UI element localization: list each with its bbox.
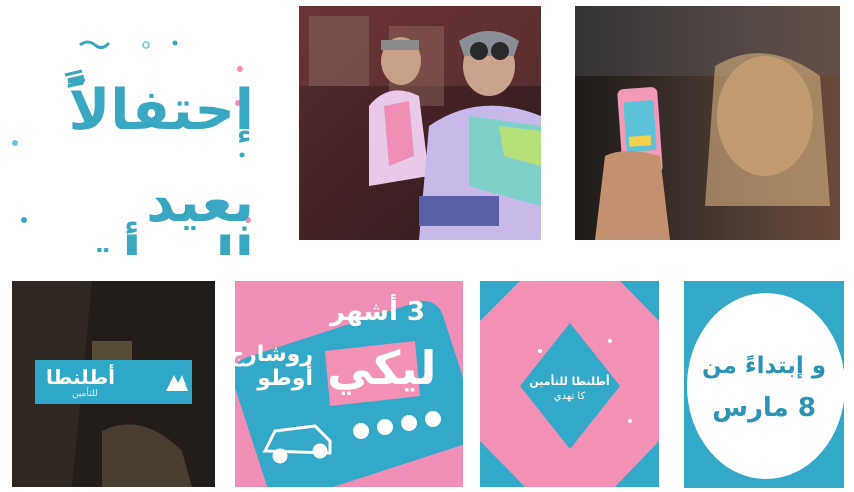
- celebration-line-1: إحتفالاً: [68, 78, 254, 143]
- car-women-photo: [299, 6, 541, 240]
- phone-card-photo: [575, 6, 840, 240]
- offer-months: 3 أشهر: [330, 297, 425, 327]
- date-line-2: 8 مارس: [712, 393, 816, 423]
- offer-product-line-2: أوطو: [257, 366, 313, 392]
- offer-tile: 3 أشهر ليكي روشارج أوطو: [235, 281, 463, 487]
- date-circle: [687, 293, 844, 479]
- gift-line-2: كا تهدي: [553, 391, 586, 402]
- offer-product-line-1: روشارج: [235, 342, 313, 367]
- offer-for-you: ليكي: [327, 341, 437, 395]
- date-line-1: و إبتداءً من: [701, 353, 827, 379]
- car-photo-tile: [299, 6, 541, 240]
- start-date-tile: و إبتداءً من 8 مارس: [684, 281, 844, 488]
- brand-subtitle: للتأمين: [72, 389, 98, 399]
- phone-card-tile: [575, 6, 840, 240]
- brand-logo-icon: [166, 375, 188, 391]
- offer-product: روشارج أوطو: [235, 342, 313, 392]
- celebration-tile: إحتفالاً بعيد المرأة: [10, 25, 268, 255]
- gift-line-1: أطلنطا للتأمين: [529, 375, 610, 388]
- gift-diamond-tile: أطلنطا للتأمين كا تهدي: [480, 281, 659, 487]
- brand-name: أطلنطا: [46, 365, 116, 389]
- celebration-line-2: بعيد المرأة: [89, 170, 254, 256]
- logo-tile: أطلنطا للتأمين: [12, 281, 215, 487]
